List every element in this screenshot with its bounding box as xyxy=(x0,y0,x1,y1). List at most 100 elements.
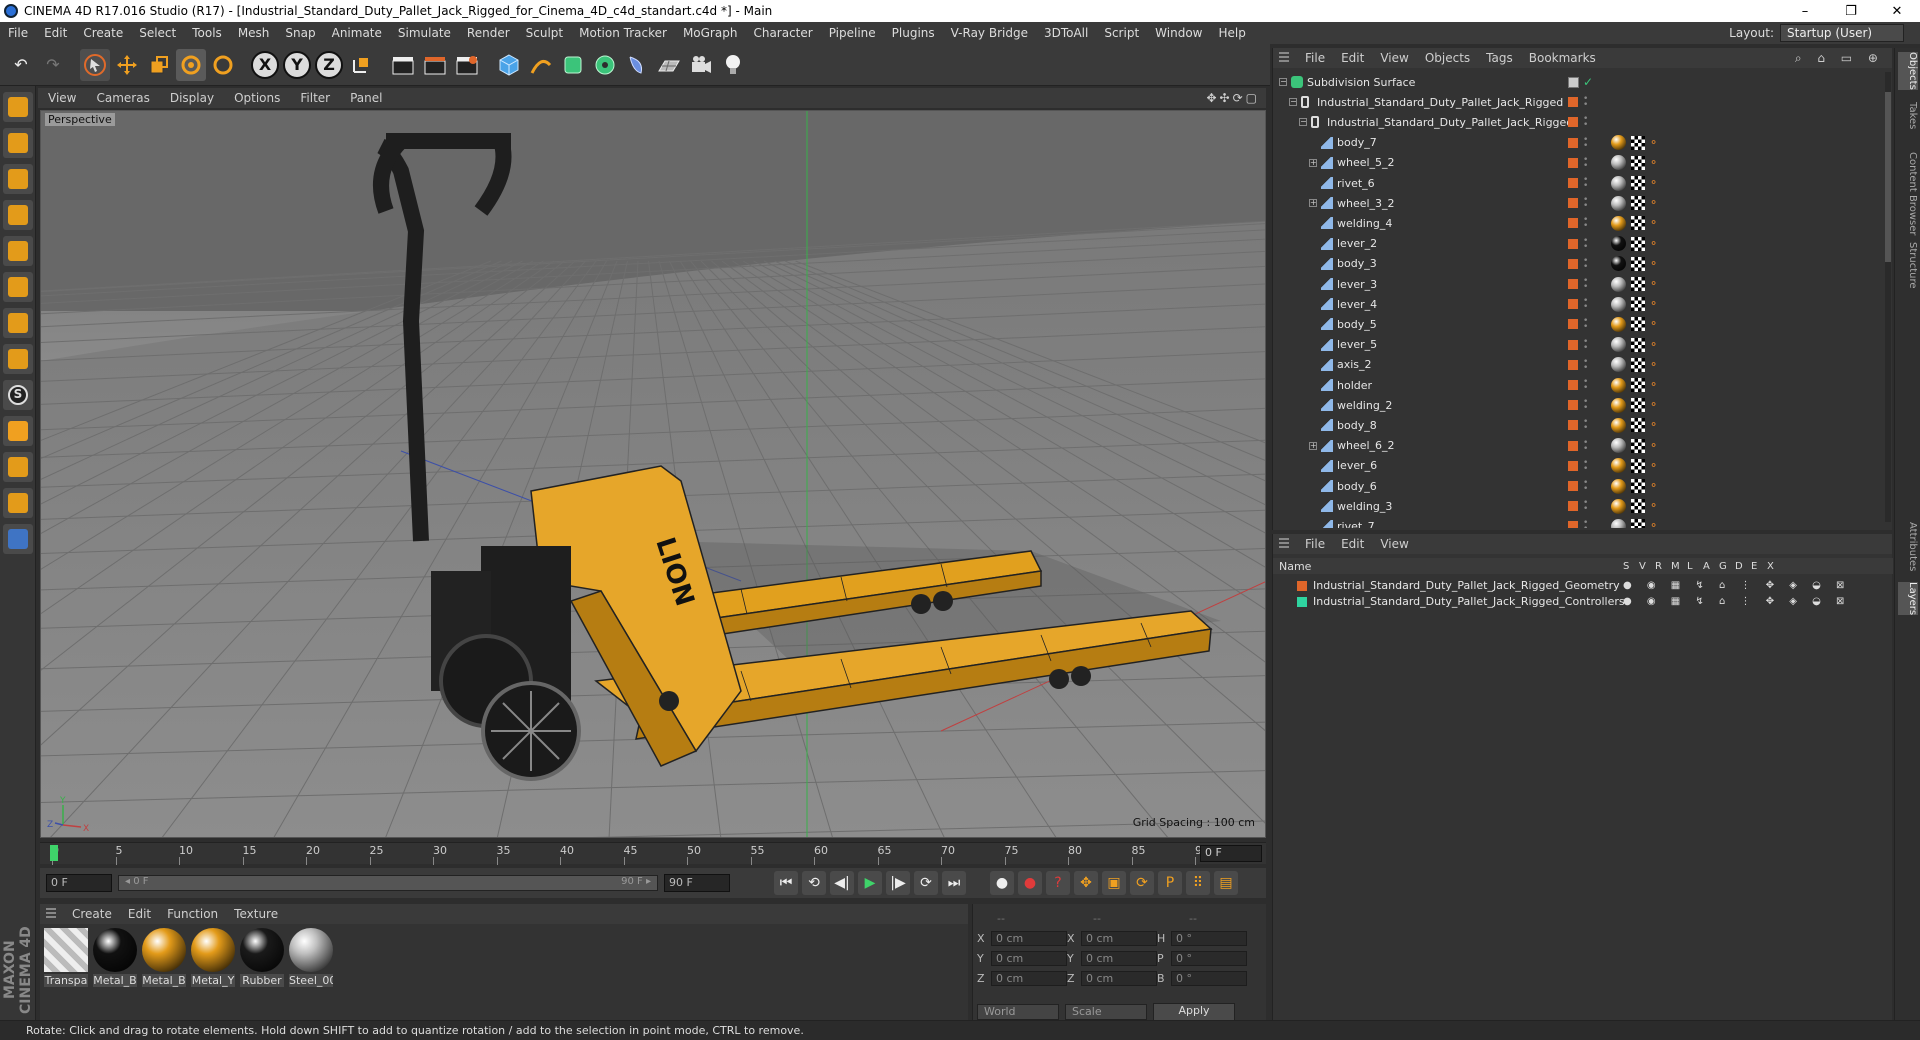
add-camera-button[interactable] xyxy=(686,49,716,81)
add-array-button[interactable] xyxy=(590,49,620,81)
expand-toggle-icon[interactable]: + xyxy=(1309,199,1317,208)
visibility-dots-icon[interactable]: •• xyxy=(1583,337,1591,352)
object-row-holder[interactable]: holder • • ⚬ xyxy=(1273,375,1883,395)
object-row-wheel-3-2[interactable]: + wheel_3_2 • • ⚬ xyxy=(1273,193,1883,213)
uvw-tag-icon[interactable] xyxy=(1631,438,1645,453)
material-menu-function[interactable]: Function xyxy=(159,907,226,921)
object-row-rivet-7[interactable]: rivet_7 •• ⚬ xyxy=(1273,516,1883,528)
undo-button[interactable]: ↶ xyxy=(6,49,36,81)
coord-value-field[interactable]: 0 cm xyxy=(1081,950,1157,966)
object-scrollbar-thumb[interactable] xyxy=(1885,92,1891,262)
viewport-nav-icons[interactable]: ✥✣⟳▢ xyxy=(1206,91,1266,105)
uvw-tag-icon[interactable] xyxy=(1631,337,1645,352)
selection-tag-icon[interactable]: ⚬ xyxy=(1649,398,1661,412)
points-mode-button[interactable] xyxy=(3,200,33,230)
frame-range-slider[interactable]: ◂ 0 F 90 F ▸ xyxy=(118,875,658,891)
object-row-body-3[interactable]: body_3 • • ⚬ xyxy=(1273,254,1883,274)
go-to-next-key-button[interactable]: ⟳ xyxy=(914,871,938,895)
object-row-body-5[interactable]: body_5 • • ⚬ xyxy=(1273,314,1883,334)
layer-color-chip[interactable] xyxy=(1568,400,1578,411)
uvw-tag-icon[interactable] xyxy=(1631,277,1645,291)
menu-pipeline[interactable]: Pipeline xyxy=(821,26,884,40)
layer-col-name[interactable]: Name xyxy=(1279,560,1311,573)
timeline-ruler[interactable]: 051015202530354045505560657075808590 0 F xyxy=(40,842,1266,865)
selection-tag-icon[interactable]: ⚬ xyxy=(1649,358,1661,372)
visibility-dots-icon[interactable]: •• xyxy=(1583,398,1591,413)
layer-col-d[interactable]: D xyxy=(1735,561,1743,572)
key-scale-button[interactable]: ▣ xyxy=(1102,871,1126,895)
material-swatch[interactable]: Steel_00 xyxy=(289,928,333,987)
material-tag-icon[interactable] xyxy=(1611,135,1626,151)
start-frame-field[interactable]: 0 F xyxy=(46,874,112,892)
material-tag-icon[interactable] xyxy=(1611,236,1626,252)
side-tab-layers[interactable]: Layers xyxy=(1898,582,1918,616)
uvw-tag-icon[interactable] xyxy=(1631,155,1645,170)
layer-color-chip[interactable] xyxy=(1568,420,1578,431)
material-tag-icon[interactable] xyxy=(1611,215,1626,231)
layer-row[interactable]: Industrial_Standard_Duty_Pallet_Jack_Rig… xyxy=(1273,594,1893,609)
object-menu-view[interactable]: View xyxy=(1372,51,1416,65)
material-tag-icon[interactable] xyxy=(1611,498,1626,514)
layer-color-chip[interactable] xyxy=(1568,481,1578,491)
add-cube-button[interactable] xyxy=(494,49,524,81)
layer-toggle-icons[interactable]: ● ◉ ▦ ↯ ⌂ ⋮ ✥ ◈ ◒ ⊠ xyxy=(1623,580,1850,591)
layer-color-chip[interactable] xyxy=(1568,137,1578,148)
object-scrollbar[interactable] xyxy=(1885,72,1891,522)
visibility-dots-icon[interactable]: •• xyxy=(1583,155,1591,170)
key-rotation-button[interactable]: ⟳ xyxy=(1130,871,1154,895)
uvw-tag-icon[interactable] xyxy=(1631,256,1645,271)
visibility-dots-icon[interactable]: •• xyxy=(1583,236,1591,251)
material-tag-icon[interactable] xyxy=(1611,195,1626,211)
menu-sculpt[interactable]: Sculpt xyxy=(518,26,571,40)
selection-tag-icon[interactable]: ⚬ xyxy=(1649,257,1661,271)
texture-mode-button[interactable] xyxy=(3,164,33,194)
object-row-industrial-standard-duty-pallet-jack-rigged[interactable]: − Industrial_Standard_Duty_Pallet_Jack_Ri… xyxy=(1273,92,1883,112)
layer-col-s[interactable]: S xyxy=(1623,561,1629,572)
selection-tag-icon[interactable]: ⚬ xyxy=(1649,479,1661,493)
render-settings-button[interactable] xyxy=(452,49,482,81)
layer-row[interactable]: Industrial_Standard_Duty_Pallet_Jack_Rig… xyxy=(1273,578,1893,593)
menu-tools[interactable]: Tools xyxy=(184,26,230,40)
selection-tag-icon[interactable]: ⚬ xyxy=(1649,216,1661,230)
object-menu-file[interactable]: File xyxy=(1297,51,1333,65)
layer-color-chip[interactable] xyxy=(1568,339,1578,350)
viewport-perspective[interactable]: LION Y X Z Perspective Grid Spacing: 10… xyxy=(40,110,1266,838)
layer-color-chip[interactable] xyxy=(1568,460,1578,471)
grid-sync-button[interactable] xyxy=(3,488,33,518)
material-menu-texture[interactable]: Texture xyxy=(226,907,286,921)
go-to-start-button[interactable]: ⏮ xyxy=(774,871,798,895)
render-picture-viewer-button[interactable] xyxy=(420,49,450,81)
layout-dropdown[interactable]: Startup (User) xyxy=(1780,24,1904,42)
layer-color-chip[interactable] xyxy=(1568,319,1578,330)
uvw-tag-icon[interactable] xyxy=(1631,398,1645,413)
add-deformer-button[interactable] xyxy=(622,49,652,81)
visibility-dots-icon[interactable]: •• xyxy=(1583,499,1591,514)
checkmark-icon[interactable]: ✓ xyxy=(1583,75,1593,89)
select-tool-button[interactable] xyxy=(80,48,110,81)
checker-mode-button[interactable] xyxy=(3,128,33,158)
visibility-dots-icon[interactable]: •• xyxy=(1583,418,1591,433)
object-row-lever-3[interactable]: lever_3 • • ⚬ xyxy=(1273,274,1883,294)
material-tag-icon[interactable] xyxy=(1611,155,1626,171)
selection-tag-icon[interactable]: ⚬ xyxy=(1649,237,1661,251)
recent-tool-button[interactable] xyxy=(208,49,238,81)
object-menu-tags[interactable]: Tags xyxy=(1478,51,1521,65)
grid-lock-button[interactable] xyxy=(3,452,33,482)
menu-edit[interactable]: Edit xyxy=(36,26,75,40)
object-row-wheel-6-2[interactable]: + wheel_6_2 • • ⚬ xyxy=(1273,436,1883,456)
material-swatch[interactable]: Metal_Y xyxy=(191,928,235,987)
visibility-dots-icon[interactable]: •• xyxy=(1583,115,1591,130)
layer-color-chip[interactable] xyxy=(1568,258,1578,269)
add-spline-button[interactable] xyxy=(526,49,556,81)
menu-motion-tracker[interactable]: Motion Tracker xyxy=(571,26,675,40)
object-row-lever-4[interactable]: lever_4 • • ⚬ xyxy=(1273,294,1883,314)
layer-col-v[interactable]: V xyxy=(1639,561,1646,572)
key-parameter-button[interactable]: P xyxy=(1158,871,1182,895)
side-tab-objects[interactable]: Objects xyxy=(1898,52,1918,90)
menu-3dtoall[interactable]: 3DToAll xyxy=(1036,26,1096,40)
coord-scale-dropdown[interactable]: Scale xyxy=(1065,1004,1147,1020)
scale-tool-button[interactable] xyxy=(144,49,174,81)
selection-tag-icon[interactable]: ⚬ xyxy=(1649,176,1661,190)
visibility-dots-icon[interactable]: •• xyxy=(1583,458,1591,473)
uvw-tag-icon[interactable] xyxy=(1631,196,1645,211)
